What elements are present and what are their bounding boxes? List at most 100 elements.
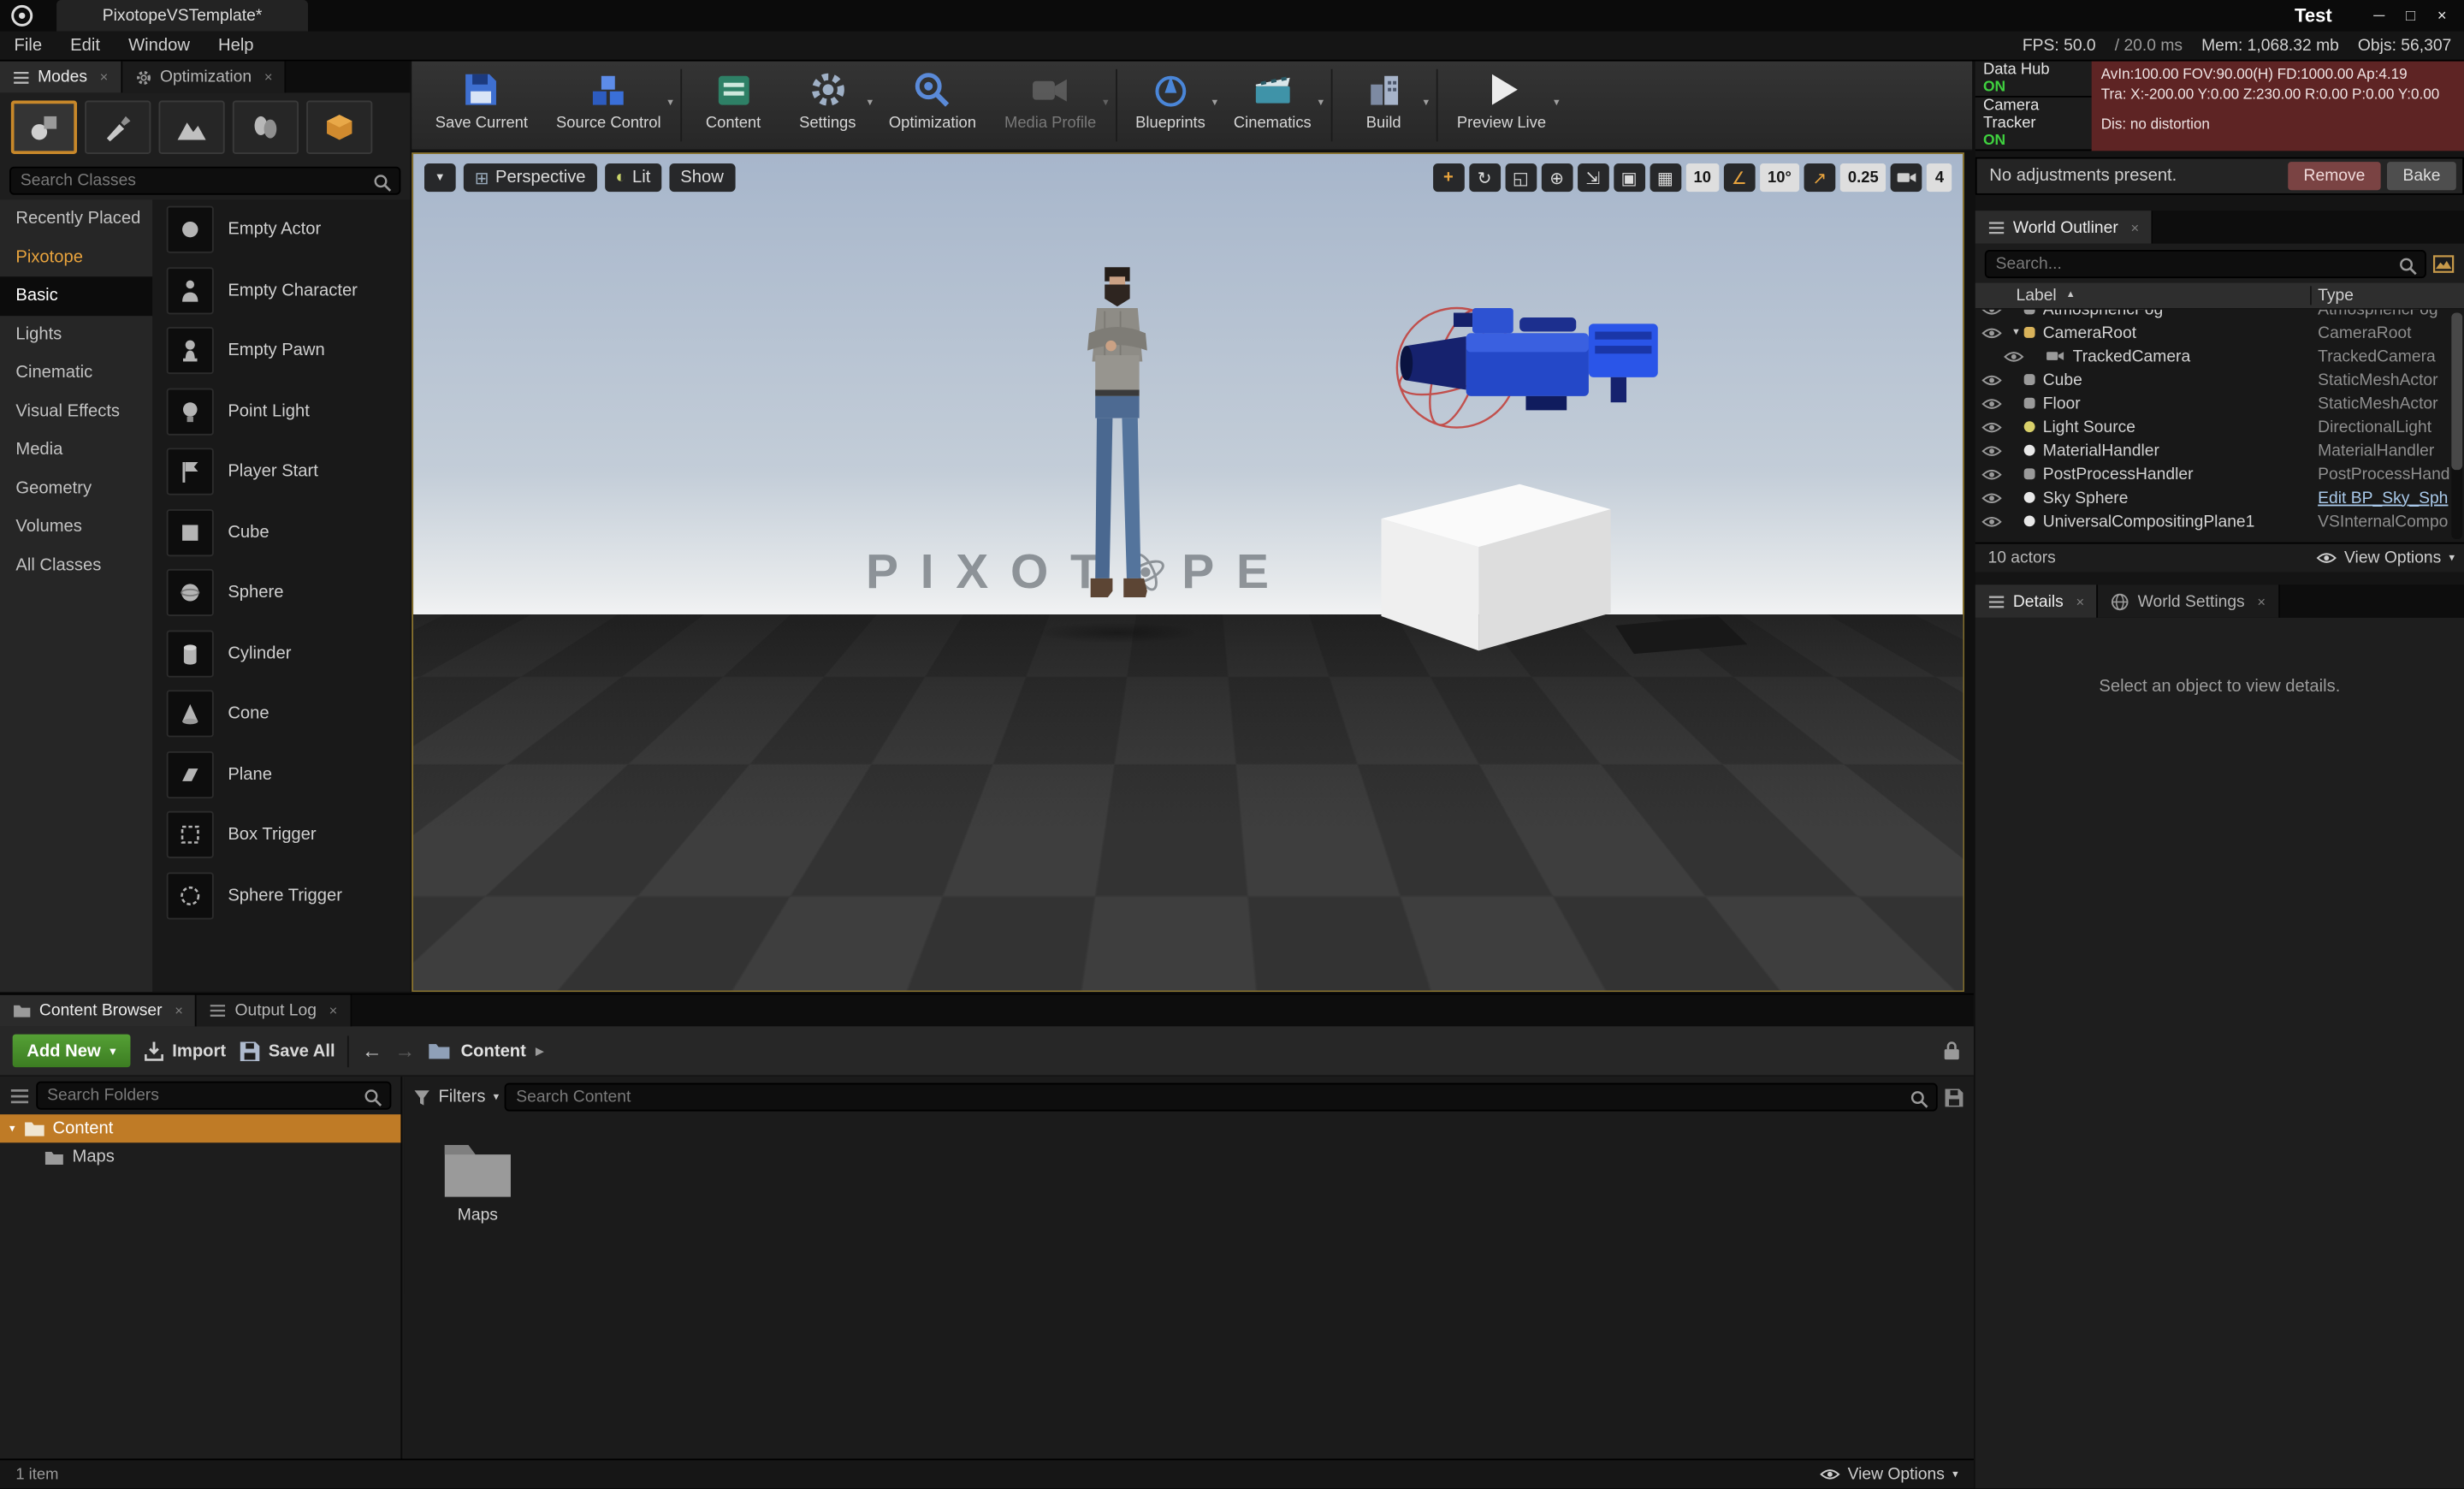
tab-world-outliner[interactable]: World Outliner × <box>1975 211 2153 244</box>
settings-button[interactable]: Settings▼ <box>780 62 874 150</box>
expander-icon[interactable]: ▼ <box>2008 328 2023 337</box>
outliner-row[interactable]: Light SourceDirectionalLight <box>1975 415 2464 439</box>
item-point-light[interactable]: Point Light <box>152 381 410 442</box>
bake-button[interactable]: Bake <box>2387 162 2456 190</box>
tab-optimization[interactable]: Optimization × <box>122 62 287 93</box>
item-cone[interactable]: Cone <box>152 684 410 744</box>
visibility-eye-icon[interactable] <box>1981 467 2002 480</box>
outliner-view-options[interactable]: View Options▾ <box>2316 549 2464 567</box>
maximize-viewport-button[interactable]: ⇲ <box>1578 163 1609 192</box>
visibility-eye-icon[interactable] <box>1981 310 2002 315</box>
filters-button[interactable]: Filters▾ <box>413 1088 499 1106</box>
tab-modes[interactable]: Modes × <box>0 62 122 93</box>
outliner-row[interactable]: MaterialHandlerMaterialHandler <box>1975 438 2464 462</box>
asset-tile-maps[interactable]: Maps <box>426 1133 530 1225</box>
app-tab[interactable]: PixotopeVSTemplate* <box>56 0 308 32</box>
breadcrumb-label[interactable]: Content <box>461 1041 526 1060</box>
menu-edit[interactable]: Edit <box>56 36 115 55</box>
mode-geometry-button[interactable] <box>306 101 372 154</box>
chevron-down-icon[interactable]: ▼ <box>666 99 675 109</box>
show-button[interactable]: Show <box>669 163 734 192</box>
close-icon[interactable]: × <box>264 69 273 85</box>
save-search-icon[interactable] <box>1944 1087 1964 1107</box>
item-plane[interactable]: Plane <box>152 744 410 805</box>
category-basic[interactable]: Basic <box>0 276 152 315</box>
item-sphere[interactable]: Sphere <box>152 563 410 624</box>
close-icon[interactable]: × <box>2130 219 2139 234</box>
item-sphere-trigger[interactable]: Sphere Trigger <box>152 865 410 926</box>
tab-content-browser[interactable]: Content Browser × <box>0 995 197 1027</box>
outliner-row[interactable]: Sky SphereEdit BP_Sky_Sph <box>1975 486 2464 510</box>
item-empty-character[interactable]: Empty Character <box>152 260 410 321</box>
close-icon[interactable]: × <box>329 1003 338 1018</box>
outliner-row[interactable]: UniversalCompositingPlane1VSInternalComp… <box>1975 509 2464 533</box>
viewport-options-button[interactable]: ▼ <box>424 163 456 192</box>
build-button[interactable]: Build▼ <box>1336 62 1430 150</box>
outliner-search-input[interactable] <box>1985 249 2426 277</box>
search-folders-input[interactable] <box>36 1082 391 1110</box>
mode-foliage-button[interactable] <box>233 101 299 154</box>
scale-snap-value[interactable]: 0.25 <box>1840 163 1886 192</box>
visibility-eye-icon[interactable] <box>1981 326 2002 339</box>
mode-paint-button[interactable] <box>85 101 151 154</box>
visibility-eye-icon[interactable] <box>2004 350 2024 363</box>
outliner-row[interactable]: PostProcessHandlerPostProcessHand <box>1975 462 2464 486</box>
rotate-tool-button[interactable]: ↻ <box>1469 163 1501 192</box>
search-classes-input[interactable] <box>9 167 400 195</box>
label-column-header[interactable]: Label <box>1975 286 2057 305</box>
outliner-options-icon[interactable] <box>2432 252 2455 275</box>
lock-icon[interactable] <box>1942 1041 1961 1061</box>
move-tool-button[interactable]: + <box>1433 163 1465 192</box>
breadcrumb[interactable]: Content ▶ <box>428 1039 544 1063</box>
talent-figure[interactable] <box>1073 264 1161 635</box>
tab-details[interactable]: Details × <box>1975 584 2099 618</box>
add-new-button[interactable]: Add New▾ <box>13 1035 130 1068</box>
visibility-eye-icon[interactable] <box>1981 373 2002 386</box>
chevron-down-icon[interactable]: ▼ <box>865 99 874 109</box>
tree-folder-content[interactable]: ▾ Content <box>0 1114 400 1142</box>
content-view-options[interactable]: View Options▾ <box>1820 1465 1958 1484</box>
source-control-button[interactable]: Source Control▼ <box>542 62 676 150</box>
outliner-row[interactable]: ▼CameraRootCameraRoot <box>1975 321 2464 345</box>
outliner-scrollbar[interactable] <box>2451 313 2462 539</box>
white-cube-prop[interactable] <box>1375 478 1619 654</box>
category-recently-placed[interactable]: Recently Placed <box>0 199 152 238</box>
menu-window[interactable]: Window <box>115 36 204 55</box>
item-box-trigger[interactable]: Box Trigger <box>152 804 410 865</box>
search-content-input[interactable] <box>505 1083 1937 1112</box>
visibility-eye-icon[interactable] <box>1981 444 2002 457</box>
sources-toggle-icon[interactable] <box>9 1087 30 1104</box>
scale-snapping-button[interactable]: ↗ <box>1804 163 1836 192</box>
menu-file[interactable]: File <box>0 36 56 55</box>
preview-live-button[interactable]: Preview Live▼ <box>1442 62 1561 150</box>
visibility-eye-icon[interactable] <box>1981 420 2002 433</box>
visibility-eye-icon[interactable] <box>1981 515 2002 528</box>
world-coordinate-button[interactable]: ⊕ <box>1541 163 1573 192</box>
save-all-button[interactable]: Save All <box>239 1040 335 1062</box>
perspective-button[interactable]: ⊞Perspective <box>464 163 597 192</box>
back-button[interactable]: ← <box>362 1039 382 1063</box>
save-current-button[interactable]: Save Current <box>421 62 542 150</box>
column-divider[interactable] <box>2310 286 2312 305</box>
camera-speed-value[interactable]: 4 <box>1928 163 1952 192</box>
close-button[interactable]: × <box>2426 7 2458 24</box>
minimize-button[interactable]: ─ <box>2363 7 2395 24</box>
cinematics-button[interactable]: Cinematics▼ <box>1219 62 1325 150</box>
maximize-button[interactable]: □ <box>2395 7 2426 24</box>
close-icon[interactable]: × <box>100 69 109 85</box>
category-visual-effects[interactable]: Visual Effects <box>0 392 152 430</box>
outliner-column-header[interactable]: Label ▲ Type <box>1975 283 2464 310</box>
scale-tool-button[interactable]: ◱ <box>1505 163 1537 192</box>
category-pixotope[interactable]: Pixotope <box>0 238 152 276</box>
chevron-down-icon[interactable]: ▼ <box>1552 99 1561 109</box>
outliner-row[interactable]: TrackedCameraTrackedCamera <box>1975 344 2464 368</box>
outliner-row[interactable]: AtmosphericFogAtmosphericFog <box>1975 310 2464 321</box>
category-lights[interactable]: Lights <box>0 315 152 353</box>
visibility-eye-icon[interactable] <box>1981 491 2002 504</box>
remove-button[interactable]: Remove <box>2288 162 2381 190</box>
content-button[interactable]: Content <box>686 62 780 150</box>
chevron-down-icon[interactable]: ▼ <box>1421 99 1430 109</box>
tracked-camera-model[interactable] <box>1375 289 1689 447</box>
outliner-row[interactable]: CubeStaticMeshActor <box>1975 368 2464 392</box>
category-volumes[interactable]: Volumes <box>0 507 152 546</box>
